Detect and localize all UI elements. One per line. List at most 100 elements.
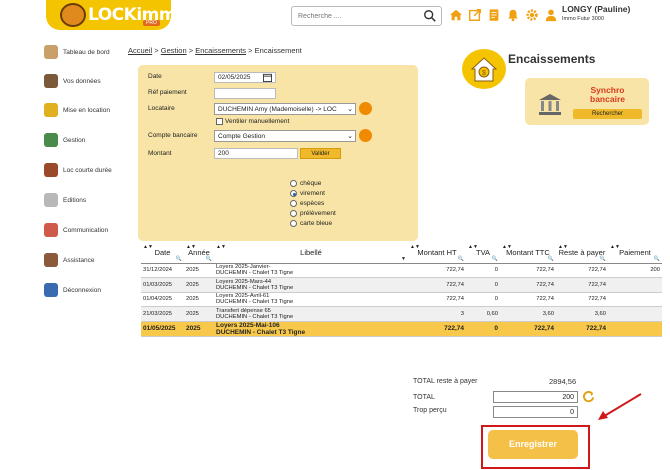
sidebar-item-label: Gestion xyxy=(63,136,86,144)
sidebar-item-loc-courte-duree[interactable]: Loc courte durée xyxy=(44,160,124,180)
col-libelle[interactable]: ▲▼ Libellé ▼ xyxy=(214,243,408,264)
table-header: ▲▼ Date 🔍 ▲▼ Année 🔍 ▲▼ Libellé ▼ ▲▼ Montant HT… xyxy=(141,243,662,264)
refresh-icon[interactable] xyxy=(582,390,595,403)
sidebar-item-gestion[interactable]: Gestion xyxy=(44,130,124,150)
user-company: Immo Futur 3000 xyxy=(562,16,604,22)
encaissement-table: ▲▼ Date 🔍 ▲▼ Année 🔍 ▲▼ Libellé ▼ ▲▼ Montant HT… xyxy=(141,243,662,337)
sidebar-item-label: Loc courte durée xyxy=(63,166,112,174)
trop-percu-label: Trop perçu xyxy=(413,407,447,414)
synchro-bancaire-title: Synchro bancaire xyxy=(590,85,625,104)
enregistrer-button[interactable]: Enregistrer xyxy=(488,430,578,459)
sidebar-item-label: Assistance xyxy=(63,256,95,264)
gear-icon[interactable] xyxy=(525,8,539,22)
document-icon[interactable] xyxy=(487,8,501,22)
paiement-cell[interactable] xyxy=(608,277,662,293)
table-row-selected[interactable]: 01/05/2025 2025 Loyers 2025-Mai-106 DUCHE… xyxy=(141,321,662,337)
home-icon[interactable] xyxy=(449,8,463,22)
sidebar-item-editions[interactable]: Editions xyxy=(44,190,124,210)
col-montant-ht[interactable]: ▲▼ Montant HT 🔍 xyxy=(408,243,466,264)
radio-prelevement[interactable] xyxy=(290,210,297,217)
radio-especes[interactable] xyxy=(290,200,297,207)
trop-percu-field[interactable]: 0 xyxy=(493,406,578,418)
valider-button[interactable]: Valider xyxy=(300,148,341,159)
breadcrumb: Accueil > Gestion > Encaissements > Enca… xyxy=(128,46,302,55)
col-tva[interactable]: ▲▼ TVA 🔍 xyxy=(466,243,500,264)
logo-badge: PRO xyxy=(143,20,160,26)
table-row[interactable]: 01/03/2025 2025 Loyers 2025-Mars-44 DUCHE… xyxy=(141,277,662,293)
paiement-cell[interactable] xyxy=(608,292,662,307)
table-row[interactable]: 01/04/2025 2025 Loyers 2025-Avril-61 DUCH… xyxy=(141,292,662,307)
search-icon[interactable] xyxy=(423,9,437,23)
breadcrumb-current: Encaissement xyxy=(254,46,302,55)
sidebar-item-label: Mise en location xyxy=(63,106,110,114)
montant-label: Montant xyxy=(148,150,172,157)
rechercher-button[interactable]: Rechercher xyxy=(573,109,642,119)
mode-virement[interactable]: virement xyxy=(290,190,325,197)
mode-cheque[interactable]: chèque xyxy=(290,180,321,187)
col-annee[interactable]: ▲▼ Année 🔍 xyxy=(184,243,214,264)
ref-paiement-field[interactable] xyxy=(214,88,276,99)
sidebar-item-label: Vos données xyxy=(63,77,101,85)
suitcase-icon xyxy=(44,163,58,177)
paiement-cell[interactable]: 200 xyxy=(608,263,662,278)
sidebar-item-communication[interactable]: Communication xyxy=(44,220,124,240)
ref-paiement-label: Réf paiement xyxy=(148,89,187,96)
paiement-cell[interactable] xyxy=(608,321,662,337)
external-link-icon[interactable] xyxy=(468,8,482,22)
col-montant-ttc[interactable]: ▲▼ Montant TTC 🔍 xyxy=(500,243,556,264)
calendar-icon[interactable] xyxy=(263,73,272,82)
sidebar-item-deconnexion[interactable]: Déconnexion xyxy=(44,280,124,300)
col-paiement[interactable]: ▲▼ Paiement 🔍 xyxy=(608,243,662,264)
annotation-arrow-icon xyxy=(598,393,642,420)
page-title: Encaissements xyxy=(508,52,596,66)
radio-virement[interactable] xyxy=(290,190,297,197)
locataire-label: Locataire xyxy=(148,105,175,112)
chevron-down-icon: ⌄ xyxy=(347,106,353,113)
mode-especes[interactable]: espèces xyxy=(290,200,324,207)
date-label: Date xyxy=(148,73,162,80)
ventiler-row[interactable]: Ventiler manuellement xyxy=(216,118,289,125)
management-icon xyxy=(44,133,58,147)
compte-bancaire-select[interactable]: Compte Gestion ⌄ xyxy=(214,130,356,142)
dashboard-icon xyxy=(44,45,58,59)
table-row[interactable]: 21/03/2025 2025 Transfert dépense 65 DUCH… xyxy=(141,306,662,322)
col-date[interactable]: ▲▼ Date 🔍 xyxy=(141,243,184,264)
encaissements-house-icon: $ xyxy=(462,49,506,89)
radio-carte-bleue[interactable] xyxy=(290,220,297,227)
total-label: TOTAL xyxy=(413,394,435,401)
sidebar-item-label: Editions xyxy=(63,196,87,204)
logout-icon xyxy=(44,283,58,297)
user-account-icon[interactable] xyxy=(544,8,558,22)
montant-field[interactable]: 200 xyxy=(214,148,298,159)
radio-cheque[interactable] xyxy=(290,180,297,187)
paiement-cell[interactable] xyxy=(608,306,662,322)
breadcrumb-accueil[interactable]: Accueil xyxy=(128,46,152,55)
mode-prelevement[interactable]: prélèvement xyxy=(290,210,336,217)
breadcrumb-encaissements[interactable]: Encaissements xyxy=(195,46,246,55)
sidebar-item-dashboard[interactable]: Tableau de bord xyxy=(44,42,124,62)
locataire-search-button[interactable] xyxy=(359,102,372,115)
chevron-down-icon: ⌄ xyxy=(347,133,353,140)
sidebar-item-label: Déconnexion xyxy=(63,286,101,294)
bell-icon[interactable] xyxy=(506,8,520,22)
mode-carte-bleue[interactable]: carte bleue xyxy=(290,220,332,227)
search-bar[interactable] xyxy=(291,6,442,26)
sidebar-item-mise-en-location[interactable]: Mise en location xyxy=(44,100,124,120)
col-reste-a-payer[interactable]: ▲▼ Reste à payer 🔍 xyxy=(556,243,608,264)
ventiler-label: Ventiler manuellement xyxy=(225,118,290,126)
search-input[interactable] xyxy=(298,7,418,25)
compte-bancaire-label: Compte bancaire xyxy=(148,132,198,139)
user-icon xyxy=(44,74,58,88)
keys-icon xyxy=(44,103,58,117)
total-field[interactable]: 200 xyxy=(493,391,578,403)
top-toolbar xyxy=(449,8,558,22)
sidebar-item-vos-donnees[interactable]: Vos données xyxy=(44,71,124,91)
total-reste-label: TOTAL reste à payer xyxy=(413,378,478,385)
table-row[interactable]: 31/12/2024 2025 Loyers 2025-Janvier- DUCH… xyxy=(141,263,662,278)
locataire-select[interactable]: DUCHEMIN Amy (Mademoiselle) -> LOC ⌄ xyxy=(214,103,356,115)
breadcrumb-gestion[interactable]: Gestion xyxy=(161,46,187,55)
logo-cat-icon xyxy=(60,3,86,27)
sidebar-item-assistance[interactable]: Assistance xyxy=(44,250,124,270)
compte-search-button[interactable] xyxy=(359,129,372,142)
ventiler-checkbox[interactable] xyxy=(216,118,223,125)
